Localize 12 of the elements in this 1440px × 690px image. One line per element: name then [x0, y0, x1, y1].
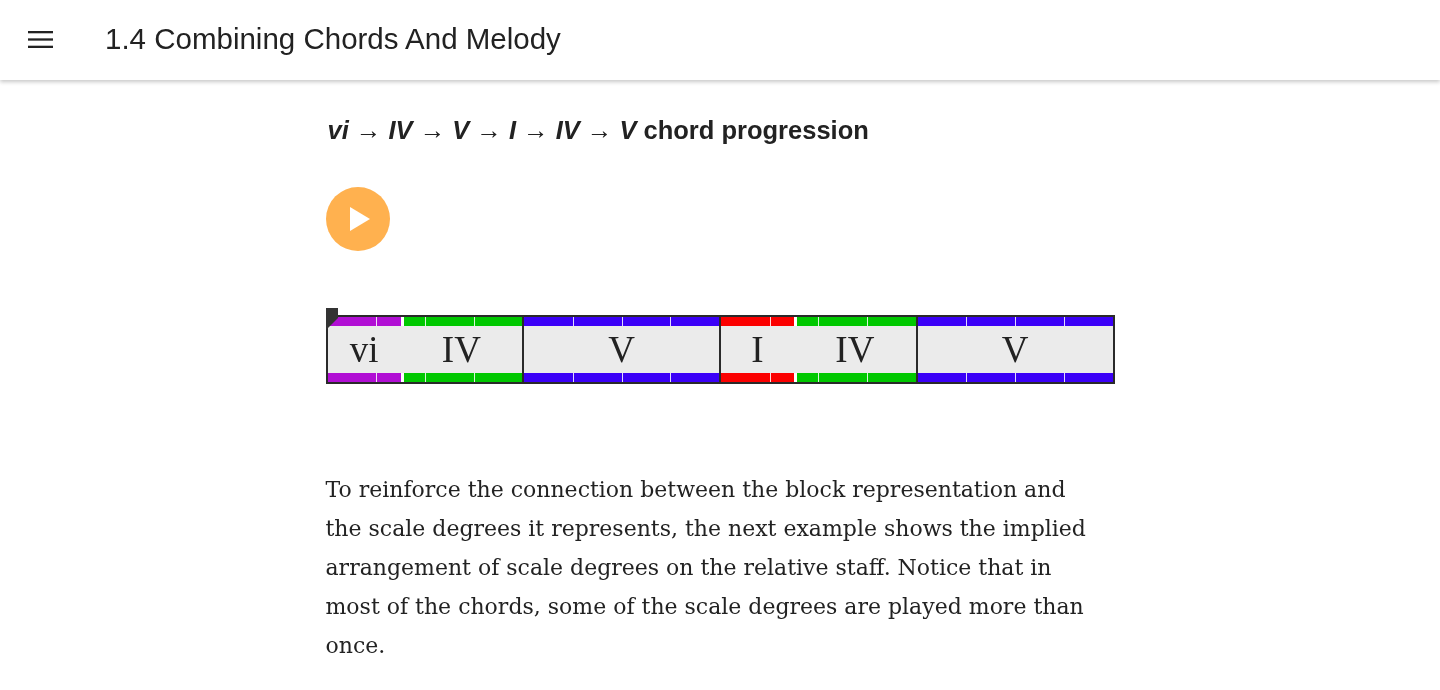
- chord-segment: I: [721, 317, 795, 382]
- menu-icon[interactable]: [28, 30, 53, 48]
- body-paragraph: To reinforce the connection between the block representation and the scale degrees it represents, the next example shows the implied arrangement of scale degrees on the relative staff. Notice that in most of the chords, some of the scale degrees are played more than once.: [325, 476, 1087, 660]
- page-title: 1.4 Combining Chords And Melody: [105, 21, 561, 56]
- chord-segment: V: [917, 317, 1113, 382]
- playhead-marker[interactable]: [325, 308, 338, 330]
- chord-segment: vi: [327, 317, 401, 382]
- play-icon: [349, 207, 370, 231]
- chord-segment: V: [524, 317, 719, 382]
- chord-segment: IV: [400, 317, 523, 382]
- chord-segment: IV: [794, 317, 916, 382]
- example-heading: vi → IV → V → I → IV → V chord progression: [327, 115, 869, 145]
